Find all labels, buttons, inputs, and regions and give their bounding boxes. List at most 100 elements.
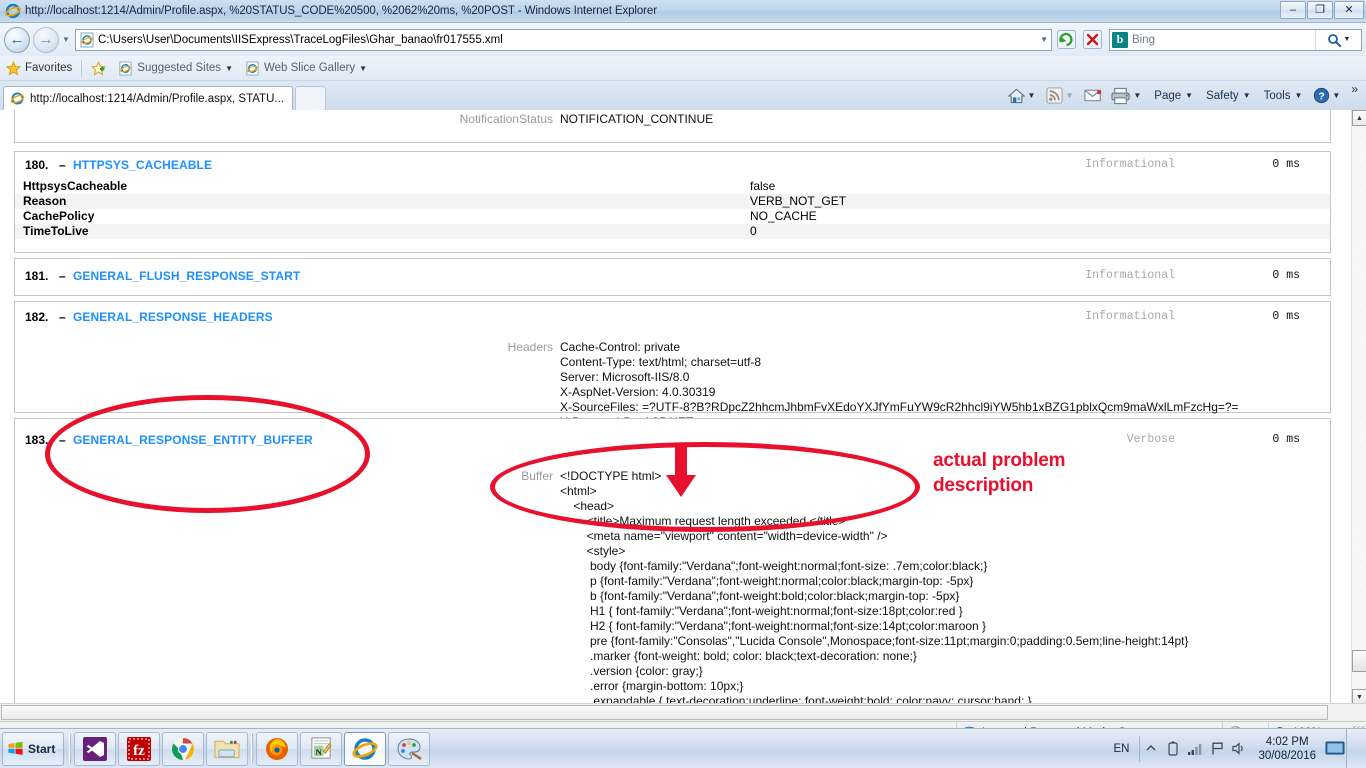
minimize-button[interactable]: – <box>1280 1 1306 19</box>
stop-button[interactable] <box>1081 28 1104 51</box>
taskbar-item-visual-studio[interactable] <box>74 731 117 766</box>
tools-menu-button[interactable]: Tools ▼ <box>1259 88 1310 104</box>
feeds-button[interactable]: ▼ <box>1043 85 1080 106</box>
navigation-bar: ← → ▼ C:\Users\User\Documents\IISExpress… <box>0 23 1366 56</box>
command-bar-overflow-button[interactable]: » <box>1348 82 1363 96</box>
event-number: 182. <box>25 310 49 324</box>
event-name[interactable]: HTTPSYS_CACHEABLE <box>73 158 212 172</box>
suggested-sites-item[interactable]: Suggested Sites ▼ <box>112 58 239 79</box>
event-name[interactable]: GENERAL_FLUSH_RESPONSE_START <box>73 269 300 283</box>
detail-spacer <box>15 385 560 400</box>
home-button[interactable]: ▼ <box>1004 85 1043 107</box>
show-desktop-button[interactable] <box>1346 728 1364 768</box>
add-to-favorites-bar-button[interactable] <box>85 58 112 79</box>
trace-event-182[interactable]: 182. – GENERAL_RESPONSE_HEADERS Informat… <box>14 301 1331 429</box>
close-button[interactable]: ✕ <box>1334 1 1364 19</box>
detail-spacer <box>15 529 560 544</box>
scroll-up-button[interactable]: ▲ <box>1352 110 1366 126</box>
event-collapse-toggle[interactable]: – <box>59 269 66 283</box>
rss-icon <box>1046 87 1063 104</box>
trace-event-header[interactable]: 181. – GENERAL_FLUSH_RESPONSE_START Info… <box>15 259 1330 286</box>
windows-logo-icon <box>8 741 23 755</box>
event-name[interactable]: GENERAL_RESPONSE_HEADERS <box>73 310 273 324</box>
refresh-button[interactable] <box>1055 28 1078 51</box>
taskbar-separator <box>69 733 72 764</box>
help-icon: ? <box>1314 87 1330 104</box>
internet-explorer-small-icon <box>10 92 25 105</box>
favorites-button[interactable]: Favorites <box>0 58 78 79</box>
trace-event-header[interactable]: 182. – GENERAL_RESPONSE_HEADERS Informat… <box>15 302 1330 329</box>
tools-menu-label: Tools <box>1263 89 1291 102</box>
volume-icon-button[interactable] <box>1228 729 1250 768</box>
vertical-scrollbar-thumb[interactable] <box>1352 650 1366 672</box>
help-menu-button[interactable]: ? ▼ <box>1310 85 1347 106</box>
battery-icon-button[interactable] <box>1162 729 1184 768</box>
event-collapse-toggle[interactable]: – <box>59 310 66 324</box>
buffer-line: H2 { font-family:"Verdana";font-weight:n… <box>560 619 987 633</box>
back-button[interactable]: ← <box>4 26 30 53</box>
notification-status-value: NOTIFICATION_CONTINUE <box>560 112 714 126</box>
mail-icon <box>1084 89 1102 102</box>
address-bar[interactable]: C:\Users\User\Documents\IISExpress\Trace… <box>75 28 1052 51</box>
visual-studio-icon <box>83 736 108 761</box>
event-duration: 0 ms <box>1272 433 1300 446</box>
detail-line: Server: Microsoft-IIS/8.0 <box>15 370 1330 385</box>
start-button[interactable]: Start <box>2 731 65 766</box>
maximize-button[interactable]: ❐ <box>1307 1 1333 19</box>
event-collapse-toggle[interactable]: – <box>59 433 66 447</box>
trace-event-181[interactable]: 181. – GENERAL_FLUSH_RESPONSE_START Info… <box>14 258 1331 296</box>
search-go-button[interactable]: ▼ <box>1315 29 1361 50</box>
trace-event-180[interactable]: 180. – HTTPSYS_CACHEABLE Informational 0… <box>14 151 1331 253</box>
search-box[interactable]: b Bing ▼ <box>1109 28 1362 51</box>
signal-bars-icon <box>1188 743 1202 755</box>
favorites-label: Favorites <box>25 62 73 74</box>
network-icon-button[interactable] <box>1184 729 1206 768</box>
web-slice-gallery-item[interactable]: Web Slice Gallery ▼ <box>239 58 373 79</box>
taskbar-item-windows-explorer[interactable] <box>206 731 249 766</box>
taskbar-item-notepad-plus-plus[interactable]: N <box>300 731 343 766</box>
chevron-up-icon <box>1146 744 1156 750</box>
chevron-down-icon: ▼ <box>1242 91 1251 100</box>
event-name[interactable]: GENERAL_RESPONSE_ENTITY_BUFFER <box>73 433 313 447</box>
trace-event-header[interactable]: 183. – GENERAL_RESPONSE_ENTITY_BUFFER Ve… <box>15 419 1330 447</box>
new-tab-button[interactable] <box>295 86 326 110</box>
taskbar-item-internet-explorer[interactable] <box>344 731 387 766</box>
window-title-bar: http://localhost:1214/Admin/Profile.aspx… <box>0 0 1366 23</box>
address-dropdown-icon[interactable]: ▼ <box>1040 30 1048 50</box>
detail-spacer <box>15 604 560 619</box>
clock-date: 30/08/2016 <box>1258 749 1316 762</box>
flag-action-center-button[interactable] <box>1206 729 1228 768</box>
detail-line: pre {font-family:"Consolas","Lucida Cons… <box>15 634 1330 649</box>
taskbar-item-google-chrome[interactable] <box>162 731 205 766</box>
event-collapse-toggle[interactable]: – <box>59 158 66 172</box>
detail-spacer <box>15 484 560 499</box>
read-mail-button[interactable] <box>1081 86 1106 105</box>
horizontal-scrollbar[interactable] <box>0 703 1366 721</box>
vertical-scrollbar[interactable]: ▲ ▼ <box>1351 110 1366 705</box>
detail-spacer <box>15 664 560 679</box>
language-indicator[interactable]: EN <box>1103 743 1139 755</box>
tab-active[interactable]: http://localhost:1214/Admin/Profile.aspx… <box>3 86 293 110</box>
paint-palette-icon <box>397 737 423 760</box>
battery-icon <box>1168 741 1179 756</box>
event-duration: 0 ms <box>1272 310 1300 323</box>
recent-pages-caret-icon[interactable]: ▼ <box>59 35 73 44</box>
show-hidden-icons-button[interactable] <box>1140 729 1162 768</box>
taskbar-clock[interactable]: 4:02 PM 30/08/2016 <box>1250 729 1324 768</box>
buffer-line: p {font-family:"Verdana";font-weight:nor… <box>560 574 974 588</box>
taskbar-item-mozilla-firefox[interactable] <box>256 731 299 766</box>
taskbar-item-filezilla[interactable]: fz <box>118 731 161 766</box>
horizontal-scrollbar-thumb[interactable] <box>1 705 1328 720</box>
row-value: 0 <box>750 224 757 238</box>
safety-menu-button[interactable]: Safety ▼ <box>1201 88 1258 104</box>
print-button[interactable]: ▼ <box>1107 85 1148 107</box>
page-menu-button[interactable]: Page ▼ <box>1149 88 1200 104</box>
trace-event-header[interactable]: 180. – HTTPSYS_CACHEABLE Informational 0… <box>15 152 1330 179</box>
forward-button[interactable]: → <box>33 26 59 53</box>
desktop-icon-button[interactable] <box>1324 729 1346 768</box>
window-controls: – ❐ ✕ <box>1280 1 1364 19</box>
detail-spacer <box>15 559 560 574</box>
taskbar-separator <box>251 733 254 764</box>
taskbar-item-paint[interactable] <box>388 731 431 766</box>
detail-spacer <box>15 589 560 604</box>
